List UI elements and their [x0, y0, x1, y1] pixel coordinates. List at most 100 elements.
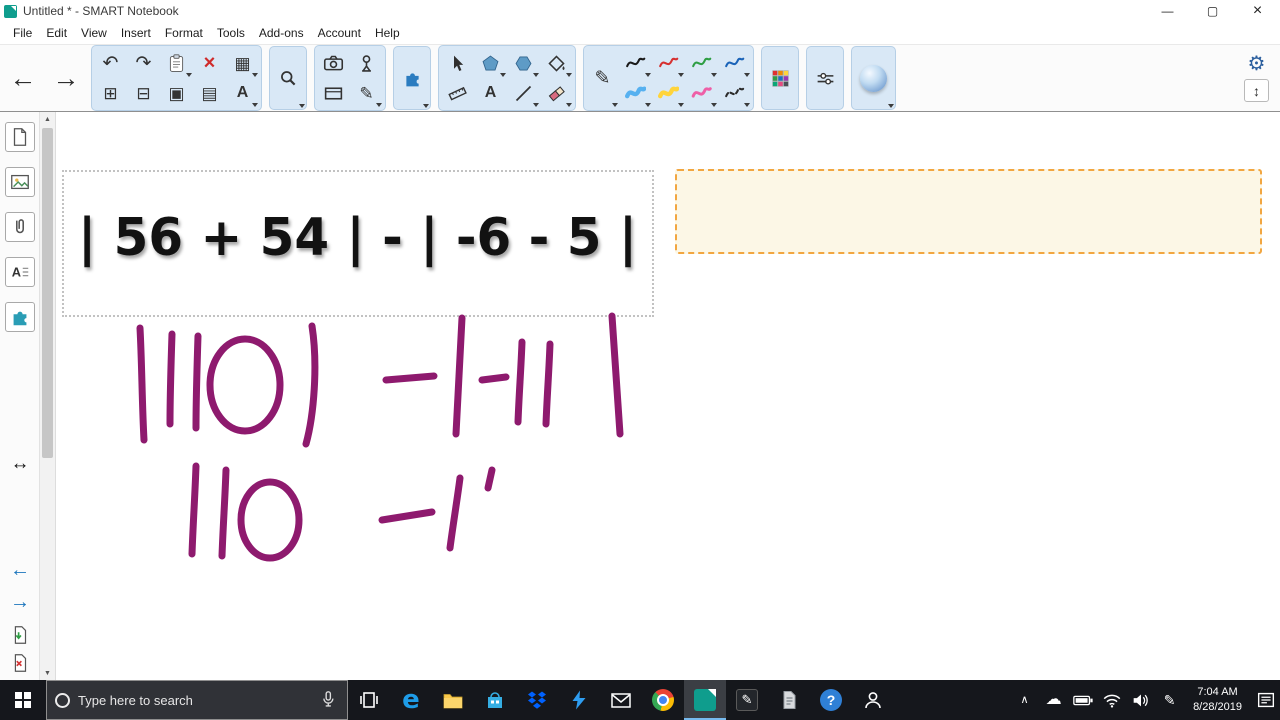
taskbar-app-people[interactable] — [852, 680, 894, 720]
delete-button[interactable]: × — [193, 48, 226, 78]
move-toolbar-button[interactable]: ↕ — [1244, 79, 1269, 102]
save-icon: ▣ — [168, 83, 185, 103]
action-center-button[interactable] — [1251, 689, 1280, 711]
lines-button[interactable] — [507, 78, 540, 108]
handwriting-ink-layer[interactable] — [56, 112, 1280, 680]
minimize-button[interactable]: — — [1145, 0, 1190, 22]
measurement-tools-button[interactable] — [441, 78, 474, 108]
save-button[interactable]: ▣ — [160, 78, 193, 108]
menu-edit[interactable]: Edit — [39, 26, 74, 40]
taskbar-search[interactable] — [46, 680, 348, 720]
scroll-up-button[interactable]: ▲ — [40, 112, 55, 126]
fill-button[interactable] — [540, 48, 573, 78]
pdf-page-button[interactable] — [0, 652, 40, 678]
menu-format[interactable]: Format — [158, 26, 210, 40]
polygon-button[interactable] — [507, 48, 540, 78]
previous-page-nav-button[interactable]: ← — [0, 560, 40, 580]
microphone-icon[interactable] — [317, 689, 339, 711]
select-button[interactable] — [441, 48, 474, 78]
taskbar-app-document[interactable] — [768, 680, 810, 720]
taskbar-app-dropbox[interactable] — [516, 680, 558, 720]
pink-highlighter-button[interactable] — [685, 78, 718, 108]
document-camera-button[interactable] — [350, 48, 383, 78]
tray-volume-button[interactable] — [1126, 689, 1155, 711]
maximize-button[interactable]: ▢ — [1190, 0, 1235, 22]
screen-shade-button[interactable]: ▤ — [193, 78, 226, 108]
menu-file[interactable]: File — [6, 26, 39, 40]
notebook-canvas[interactable]: | 56 + 54 | - | -6 - 5 | — [56, 112, 1280, 680]
eraser-button[interactable] — [540, 78, 573, 108]
calligraphy-pen-button[interactable] — [718, 78, 751, 108]
taskbar-app-help[interactable]: ? — [810, 680, 852, 720]
titlebar: Untitled * - SMART Notebook — ▢ × — [0, 0, 1280, 22]
undo-button[interactable]: ↶ — [94, 48, 127, 78]
shade-rectangle-button[interactable] — [317, 78, 350, 108]
taskbar-app-pen[interactable]: ✎ — [726, 680, 768, 720]
canvas-scrollbar[interactable]: ▲ ▼ — [40, 112, 56, 680]
green-pen-button[interactable] — [685, 48, 718, 78]
start-button[interactable] — [0, 680, 46, 720]
camera-button[interactable] — [317, 48, 350, 78]
taskbar-app-smart-notebook[interactable] — [684, 680, 726, 720]
globe-button[interactable] — [851, 46, 896, 110]
menu-insert[interactable]: Insert — [114, 26, 158, 40]
shapes-button[interactable] — [474, 48, 507, 78]
sidebar-move-handle[interactable]: ↔ — [0, 454, 40, 473]
tray-expand-button[interactable]: ∧ — [1010, 694, 1039, 706]
scroll-down-button[interactable]: ▼ — [40, 666, 55, 680]
tray-pen-button[interactable]: ✎ — [1155, 693, 1184, 707]
gallery-button[interactable] — [761, 46, 799, 110]
menu-view[interactable]: View — [74, 26, 114, 40]
next-page-nav-button[interactable]: → — [0, 592, 40, 612]
ink-line-2[interactable] — [188, 462, 496, 562]
font-button[interactable]: A — [226, 78, 259, 108]
add-page-button[interactable]: ⊞ — [94, 78, 127, 108]
sidebar-item-attachments[interactable] — [5, 212, 35, 242]
taskbar-clock[interactable]: 7:04 AM 8/28/2019 — [1184, 685, 1251, 715]
taskbar-app-edge[interactable]: e — [390, 680, 432, 720]
gray-doc-icon — [783, 691, 796, 709]
sidebar-item-addons[interactable] — [5, 302, 35, 332]
export-page-button[interactable] — [0, 624, 40, 650]
tray-battery-button[interactable] — [1068, 689, 1097, 711]
taskbar-app-file-explorer[interactable] — [432, 680, 474, 720]
pens-button[interactable]: ✎ — [586, 48, 619, 108]
menu-account[interactable]: Account — [311, 26, 368, 40]
menu-tools[interactable]: Tools — [210, 26, 252, 40]
sidebar-item-page-sorter[interactable] — [5, 122, 35, 152]
blue-highlighter-button[interactable] — [619, 78, 652, 108]
menu-help[interactable]: Help — [368, 26, 407, 40]
taskbar-app-chrome[interactable] — [642, 680, 684, 720]
settings-button[interactable]: ⚙ — [1248, 54, 1266, 75]
close-button[interactable]: × — [1235, 0, 1280, 22]
table-button[interactable]: ▦ — [226, 48, 259, 78]
menu-addons[interactable]: Add-ons — [252, 26, 311, 40]
search-input[interactable] — [78, 692, 309, 708]
yellow-highlighter-button[interactable] — [652, 78, 685, 108]
paste-button[interactable] — [160, 48, 193, 78]
task-view-button[interactable] — [348, 680, 390, 720]
red-pen-button[interactable] — [652, 48, 685, 78]
text-button[interactable]: A — [474, 78, 507, 108]
addons-button[interactable] — [393, 46, 431, 110]
tray-onedrive-button[interactable]: ☁ — [1039, 692, 1068, 708]
blue-pen-button[interactable] — [718, 48, 751, 78]
tray-network-button[interactable] — [1097, 689, 1126, 711]
edit-tool-group: ↶ ↷ × ▦ ⊞ ⊟ ▣ ▤ A — [91, 45, 262, 111]
ink-line-1[interactable] — [136, 312, 624, 448]
screen-capture-button[interactable] — [269, 46, 307, 110]
taskbar-app-lightning[interactable] — [558, 680, 600, 720]
black-pen-button[interactable] — [619, 48, 652, 78]
properties-button[interactable] — [806, 46, 844, 110]
magic-pen-button[interactable]: ✎ — [350, 78, 383, 108]
blue-left-arrow-icon: ← — [10, 559, 30, 581]
taskbar-app-mail[interactable] — [600, 680, 642, 720]
next-page-button[interactable]: → — [48, 64, 84, 92]
sidebar-item-properties[interactable]: A — [5, 257, 35, 287]
redo-button[interactable]: ↷ — [127, 48, 160, 78]
sidebar-item-gallery[interactable] — [5, 167, 35, 197]
taskbar-app-store[interactable] — [474, 680, 516, 720]
previous-page-button[interactable]: ← — [5, 64, 41, 92]
scrollbar-thumb[interactable] — [42, 128, 53, 458]
delete-page-button[interactable]: ⊟ — [127, 78, 160, 108]
